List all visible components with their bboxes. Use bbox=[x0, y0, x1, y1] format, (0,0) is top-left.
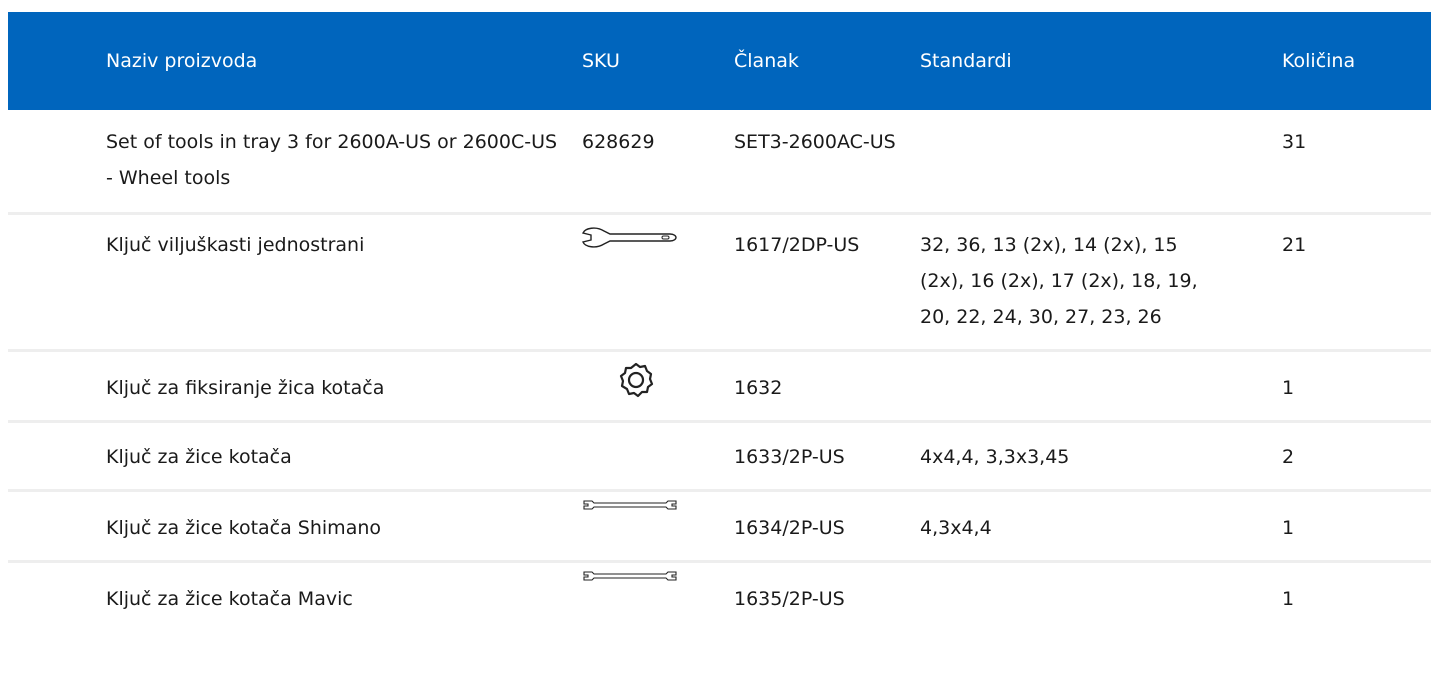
double-spoke-wrench-icon bbox=[582, 569, 678, 583]
table-row: Ključ za fiksiranje žica kotača 1632 1 bbox=[8, 350, 1431, 423]
cell-article: 1632 bbox=[734, 350, 920, 423]
cell-name: Ključ za žice kotača bbox=[8, 421, 582, 492]
ring-spoke-wrench-icon bbox=[618, 362, 654, 398]
header-sku: SKU bbox=[582, 50, 620, 72]
product-table: Naziv proizvoda SKU Članak Standardi Kol… bbox=[8, 12, 1431, 617]
cell-sku bbox=[582, 213, 734, 352]
table-row: Ključ viljuškasti jednostrani 1617/2DP-U… bbox=[8, 213, 1431, 352]
cell-quantity: 1 bbox=[1282, 350, 1431, 423]
cell-quantity: 21 bbox=[1282, 213, 1431, 352]
cell-quantity: 1 bbox=[1282, 490, 1431, 563]
table-body: Set of tools in tray 3 for 2600A-US or 2… bbox=[8, 110, 1431, 617]
header-standards: Standardi bbox=[920, 50, 1012, 72]
cell-name: Ključ viljuškasti jednostrani bbox=[8, 213, 582, 352]
table-row: Set of tools in tray 3 for 2600A-US or 2… bbox=[8, 110, 1431, 215]
cell-sku bbox=[582, 350, 734, 423]
cell-sku bbox=[582, 562, 734, 618]
cell-article: 1635/2P-US bbox=[734, 588, 845, 610]
header-quantity: Količina bbox=[1282, 50, 1356, 72]
cell-standards: 32, 36, 13 (2x), 14 (2x), 15 (2x), 16 (2… bbox=[920, 213, 1282, 352]
cell-standards: 4x4,4, 3,3x3,45 bbox=[920, 421, 1282, 492]
table-row: Ključ za žice kotača Shimano 1634/2P-US … bbox=[8, 490, 1431, 563]
double-spoke-wrench-icon bbox=[582, 498, 678, 512]
cell-article: 1634/2P-US bbox=[734, 490, 920, 563]
cell-quantity: 31 bbox=[1282, 110, 1431, 215]
cell-standards: 4,3x4,4 bbox=[920, 490, 1282, 563]
table-header: Naziv proizvoda SKU Članak Standardi Kol… bbox=[8, 12, 1431, 110]
header-name: Naziv proizvoda bbox=[106, 50, 258, 72]
cell-article: 1617/2DP-US bbox=[734, 213, 920, 352]
cell-article: 1633/2P-US bbox=[734, 421, 920, 492]
cell-quantity: 2 bbox=[1282, 421, 1431, 492]
cell-sku bbox=[582, 490, 734, 563]
cell-standards bbox=[920, 562, 1282, 618]
cell-quantity: 1 bbox=[1282, 588, 1295, 610]
cell-name: Ključ za žice kotača Mavic bbox=[106, 588, 353, 610]
cell-name: Set of tools in tray 3 for 2600A-US or 2… bbox=[8, 110, 582, 215]
cell-article: SET3-2600AC-US bbox=[734, 110, 920, 215]
open-end-wrench-icon bbox=[582, 227, 678, 249]
cell-sku: 628629 bbox=[582, 110, 734, 215]
cell-name: Ključ za fiksiranje žica kotača bbox=[8, 350, 582, 423]
cell-standards bbox=[920, 350, 1282, 423]
table-row: Ključ za žice kotača Mavic 1635/2P-US 1 bbox=[8, 562, 1431, 618]
cell-sku bbox=[582, 421, 734, 492]
cell-standards bbox=[920, 110, 1282, 215]
cell-name: Ključ za žice kotača Shimano bbox=[8, 490, 582, 563]
table-row: Ključ za žice kotača 1633/2P-US 4x4,4, 3… bbox=[8, 421, 1431, 492]
header-article: Članak bbox=[734, 50, 799, 72]
product-table-container: Naziv proizvoda SKU Članak Standardi Kol… bbox=[8, 12, 1431, 617]
header-row: Naziv proizvoda SKU Članak Standardi Kol… bbox=[8, 12, 1431, 110]
